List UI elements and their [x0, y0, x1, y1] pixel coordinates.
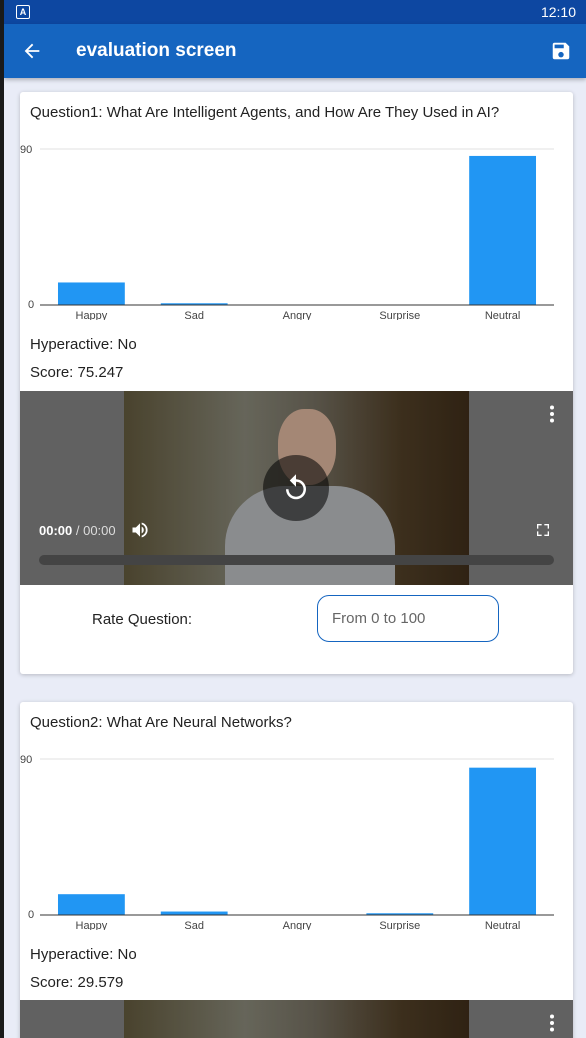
- y-tick-top: 90: [20, 754, 32, 766]
- more-options-button[interactable]: [549, 1014, 555, 1032]
- x-tick-label: Surprise: [379, 310, 420, 320]
- y-tick-bottom: 0: [28, 299, 34, 311]
- y-tick-top: 90: [20, 144, 32, 156]
- status-time: 12:10: [540, 4, 576, 20]
- hyperactive-status: Hyperactive: No: [30, 946, 137, 963]
- bar-happy: [57, 282, 125, 305]
- evaluation-list[interactable]: Question1: What Are Intelligent Agents, …: [4, 78, 586, 1038]
- x-tick-label: Happy: [76, 920, 108, 930]
- video-time: 00:00 / 00:00: [39, 523, 116, 538]
- x-tick-label: Neutral: [485, 920, 520, 930]
- video-player[interactable]: [20, 1000, 573, 1038]
- page-title: evaluation screen: [76, 40, 237, 61]
- status-bar: A 12:10: [4, 0, 586, 24]
- save-button[interactable]: [536, 24, 586, 78]
- emotion-bar-chart: 90 0 Happy Sad Angry Surprise Neutral: [20, 144, 554, 320]
- arrow-left-icon: [24, 43, 40, 59]
- score-value: Score: 75.247: [30, 364, 124, 381]
- question-title: Question1: What Are Intelligent Agents, …: [30, 104, 500, 121]
- question-title: Question2: What Are Neural Networks?: [30, 714, 292, 731]
- more-vert-icon: [550, 405, 554, 423]
- emotion-bar-chart: 90 0 Happy Sad Angry Surprise Neutral: [20, 754, 554, 930]
- more-options-button[interactable]: [549, 405, 555, 423]
- time-separator: /: [72, 523, 84, 538]
- score-value: Score: 29.579: [30, 974, 124, 991]
- bar-sad: [160, 911, 228, 915]
- video-progress-bar[interactable]: [39, 555, 554, 565]
- rate-question-input[interactable]: [317, 595, 499, 642]
- fullscreen-button[interactable]: [535, 522, 551, 543]
- replay-button[interactable]: [263, 455, 329, 521]
- replay-icon: [286, 474, 306, 500]
- current-time: 00:00: [39, 523, 73, 538]
- volume-icon: [132, 522, 148, 538]
- duration: 00:00: [83, 523, 116, 538]
- window-edge: [0, 0, 4, 1038]
- rate-question-label: Rate Question:: [92, 611, 193, 628]
- video-player[interactable]: 00:00 / 00:00: [20, 391, 573, 585]
- x-tick-label: Happy: [76, 310, 108, 320]
- x-tick-label: Neutral: [485, 310, 520, 320]
- question-card-2: Question2: What Are Neural Networks? 90 …: [20, 702, 573, 1038]
- video-overlay: [20, 1000, 573, 1038]
- notification-icon: A: [16, 5, 30, 19]
- question-card-1: Question1: What Are Intelligent Agents, …: [20, 92, 573, 674]
- bar-neutral: [469, 155, 537, 305]
- fullscreen-icon: [537, 524, 549, 536]
- volume-button[interactable]: [130, 520, 150, 545]
- y-tick-bottom: 0: [28, 909, 34, 921]
- bar-neutral: [469, 767, 537, 915]
- x-tick-label: Sad: [184, 310, 204, 320]
- more-vert-icon: [550, 1014, 554, 1032]
- back-button[interactable]: [4, 24, 60, 78]
- hyperactive-status: Hyperactive: No: [30, 336, 137, 353]
- x-tick-label: Angry: [283, 920, 312, 930]
- x-tick-label: Sad: [184, 920, 204, 930]
- app-bar: evaluation screen: [4, 24, 586, 78]
- x-tick-label: Surprise: [379, 920, 420, 930]
- bar-happy: [57, 894, 125, 915]
- floppy-disk-icon: [552, 42, 570, 60]
- x-tick-label: Angry: [283, 310, 312, 320]
